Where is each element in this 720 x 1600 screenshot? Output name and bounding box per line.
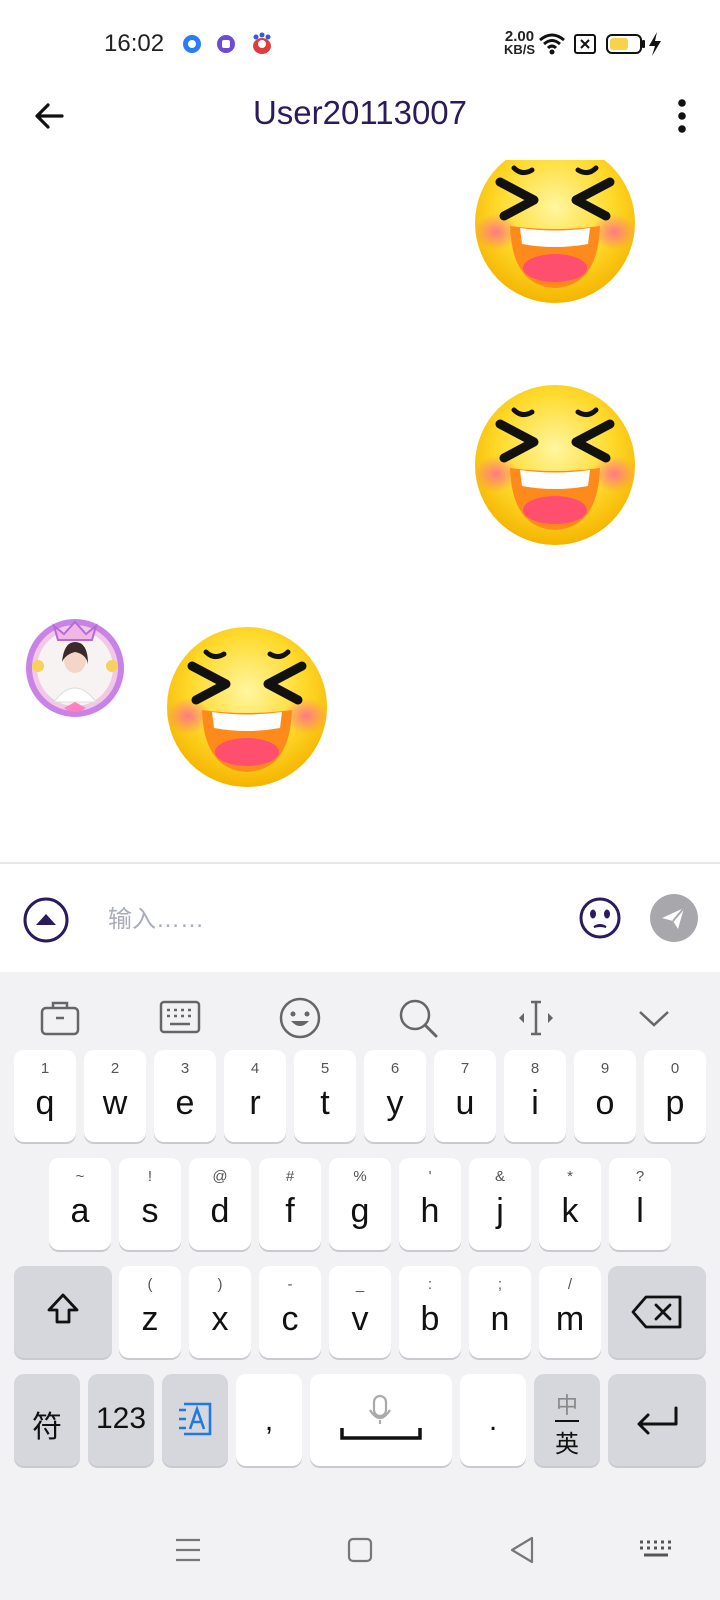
- more-options-button[interactable]: [664, 96, 700, 136]
- symbols-key[interactable]: 符: [14, 1374, 80, 1466]
- cursor-move-icon[interactable]: [514, 996, 558, 1040]
- key-j[interactable]: & j: [469, 1158, 531, 1250]
- message-input[interactable]: [108, 898, 548, 942]
- chat-header: User20113007: [0, 90, 720, 160]
- key-a[interactable]: ~ a: [49, 1158, 111, 1250]
- emoji-keyboard-icon[interactable]: [278, 996, 322, 1040]
- chevron-down-icon[interactable]: [632, 996, 676, 1040]
- wifi-icon: [538, 32, 566, 61]
- expand-menu-button[interactable]: [22, 896, 70, 944]
- send-button[interactable]: [650, 894, 698, 942]
- key-o[interactable]: 9o: [574, 1050, 636, 1142]
- back-nav-icon[interactable]: [502, 1530, 542, 1570]
- microphone-icon: [340, 1394, 422, 1440]
- system-navigation-bar: [0, 1502, 720, 1600]
- charging-icon: [648, 32, 662, 61]
- sim-off-icon: [574, 34, 596, 59]
- enter-key[interactable]: [608, 1374, 706, 1466]
- key-t[interactable]: 5t: [294, 1050, 356, 1142]
- message-list[interactable]: [0, 160, 720, 862]
- key-n[interactable]: ; n: [469, 1266, 531, 1358]
- key-s[interactable]: ! s: [119, 1158, 181, 1250]
- status-bar: 16:02 2.00 KB/S: [0, 0, 720, 90]
- app-notification-icon: [216, 34, 236, 54]
- shift-icon: [47, 1293, 79, 1324]
- shift-key[interactable]: [14, 1266, 112, 1358]
- key-b[interactable]: :b: [399, 1266, 461, 1358]
- space-key[interactable]: [310, 1374, 452, 1466]
- emoji-picker-button[interactable]: [578, 896, 622, 940]
- key-c[interactable]: -c: [259, 1266, 321, 1358]
- key-e[interactable]: 3e: [154, 1050, 216, 1142]
- key-p[interactable]: 0p: [644, 1050, 706, 1142]
- emoji-message-sent[interactable]: [472, 382, 638, 548]
- emoji-message-sent[interactable]: [472, 160, 638, 306]
- clipboard-icon[interactable]: [38, 996, 82, 1040]
- message-input-bar: [0, 862, 720, 972]
- keyboard-toolbar: [0, 972, 720, 1062]
- period-key[interactable]: .: [460, 1374, 526, 1466]
- home-icon[interactable]: [340, 1530, 380, 1570]
- key-u[interactable]: 7u: [434, 1050, 496, 1142]
- language-switch-key[interactable]: 中 英: [534, 1374, 600, 1466]
- key-q[interactable]: 1q: [14, 1050, 76, 1142]
- keyboard-hide-icon[interactable]: [634, 1530, 678, 1570]
- search-icon[interactable]: [396, 996, 440, 1040]
- enter-icon: [637, 1406, 678, 1435]
- key-i[interactable]: 8i: [504, 1050, 566, 1142]
- input-method-key[interactable]: [162, 1374, 228, 1466]
- key-w[interactable]: 2w: [84, 1050, 146, 1142]
- key-v[interactable]: _ v: [329, 1266, 391, 1358]
- status-time: 16:02: [104, 30, 165, 57]
- key-f[interactable]: # f: [259, 1158, 321, 1250]
- backspace-icon: [631, 1295, 682, 1329]
- key-g[interactable]: % g: [329, 1158, 391, 1250]
- emoji-message-received[interactable]: [164, 624, 330, 790]
- keyboard-layout-icon[interactable]: [158, 996, 202, 1040]
- contact-avatar[interactable]: [24, 616, 126, 718]
- key-x[interactable]: ) x: [189, 1266, 251, 1358]
- comma-key[interactable]: ,: [236, 1374, 302, 1466]
- backspace-key[interactable]: [608, 1266, 706, 1358]
- app-notification-icon: [182, 34, 202, 54]
- key-z[interactable]: (z: [119, 1266, 181, 1358]
- network-speed: 2.00 KB/S: [504, 28, 536, 57]
- menu-icon[interactable]: [168, 1530, 208, 1570]
- key-k[interactable]: * k: [539, 1158, 601, 1250]
- key-h[interactable]: ' h: [399, 1158, 461, 1250]
- key-y[interactable]: 6y: [364, 1050, 426, 1142]
- numbers-key[interactable]: 123: [88, 1374, 154, 1466]
- key-d[interactable]: @ d: [189, 1158, 251, 1250]
- key-m[interactable]: / m: [539, 1266, 601, 1358]
- key-r[interactable]: 4r: [224, 1050, 286, 1142]
- input-method-icon: [179, 1402, 212, 1436]
- key-l[interactable]: ? l: [609, 1158, 671, 1250]
- chat-title: User20113007: [252, 94, 468, 131]
- battery-icon: [606, 34, 646, 59]
- baidu-notification-icon: [250, 32, 274, 56]
